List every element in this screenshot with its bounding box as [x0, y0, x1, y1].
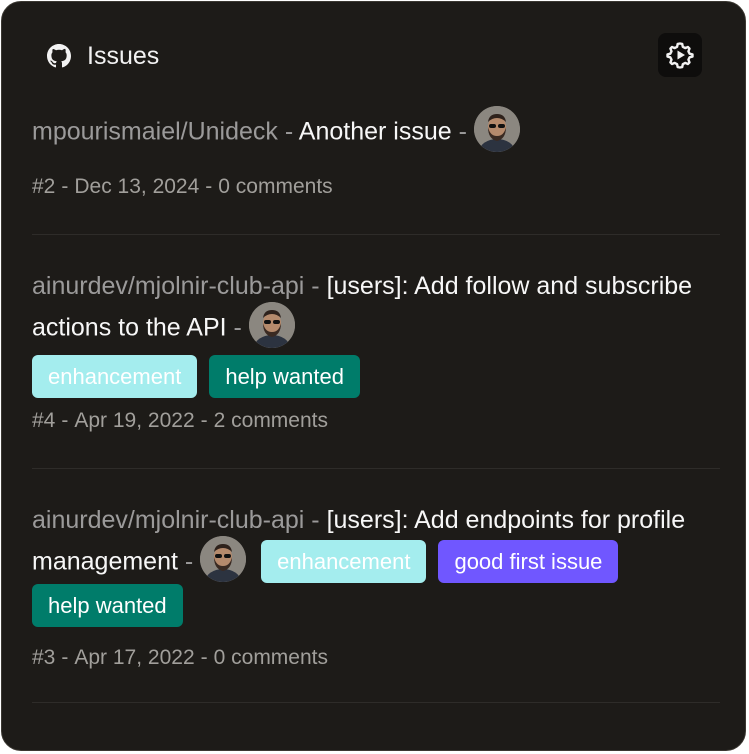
issue-date: Apr 17, 2022: [74, 646, 195, 669]
widget-title: Issues: [87, 42, 160, 70]
separator: -: [200, 646, 208, 669]
separator: -: [311, 506, 320, 534]
issue-number: #2: [32, 175, 56, 198]
issue-comments: 0 comments: [213, 646, 328, 669]
separator: -: [311, 272, 320, 300]
label-help-wanted[interactable]: help wanted: [209, 355, 360, 398]
avatar[interactable]: [248, 302, 295, 348]
issue-item[interactable]: mpourismaiel/Unideck - Another issue - #…: [32, 106, 722, 202]
issue-comments: 2 comments: [213, 409, 328, 432]
separator: -: [458, 117, 467, 146]
github-icon: [47, 44, 71, 68]
separator: -: [184, 547, 194, 576]
label-good-first-issue[interactable]: good first issue: [438, 539, 619, 583]
separator: -: [61, 646, 69, 669]
issue-item[interactable]: ainurdev/mjolnir-club-api - [users]: Add…: [32, 501, 722, 673]
separator: -: [284, 117, 294, 146]
separator: -: [61, 175, 69, 198]
issue-date: Dec 13, 2024: [74, 175, 200, 198]
label-enhancement[interactable]: enhancement: [261, 539, 427, 583]
issue-repo-link[interactable]: mpourismaiel/Unideck: [32, 118, 278, 146]
issue-item[interactable]: ainurdev/mjolnir-club-api - [users]: Add…: [32, 267, 722, 436]
settings-button[interactable]: [658, 33, 702, 77]
issue-title-link[interactable]: Another issue: [299, 118, 452, 146]
label-help-wanted[interactable]: help wanted: [32, 584, 183, 627]
issue-number: #3: [32, 646, 56, 669]
issue-number: #4: [32, 409, 56, 432]
issue-comments: 0 comments: [218, 175, 333, 198]
separator: -: [205, 175, 213, 198]
issue-repo-link[interactable]: ainurdev/mjolnir-club-api: [32, 272, 304, 300]
separator: -: [200, 409, 208, 432]
avatar[interactable]: [473, 106, 520, 152]
divider: [32, 468, 720, 469]
issues-widget: Issues mpourismaiel/Unideck - Another is…: [1, 1, 746, 751]
gear-icon: [666, 42, 694, 69]
divider: [32, 702, 720, 703]
widget-header: Issues: [2, 2, 745, 102]
separator: -: [61, 409, 69, 432]
divider: [32, 234, 720, 235]
issue-date: Apr 19, 2022: [74, 409, 195, 432]
avatar[interactable]: [200, 536, 247, 582]
separator: -: [233, 313, 242, 342]
issue-repo-link[interactable]: ainurdev/mjolnir-club-api: [32, 506, 304, 534]
label-enhancement[interactable]: enhancement: [32, 355, 198, 398]
